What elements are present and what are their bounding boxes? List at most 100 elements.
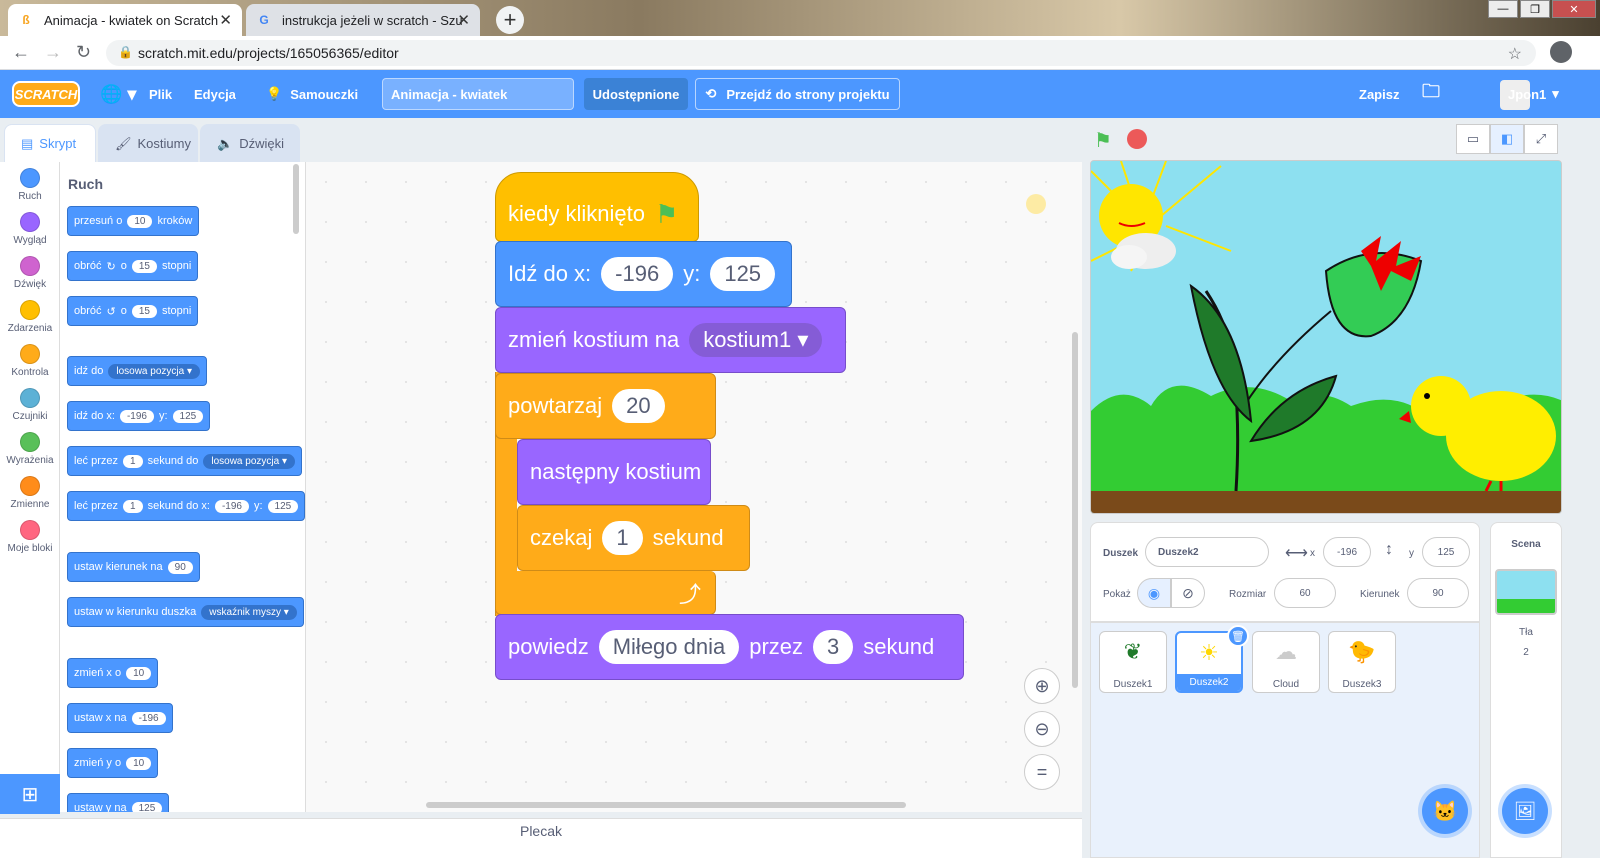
normal-stage-icon[interactable]: ◧ [1490, 124, 1524, 154]
account-icon[interactable] [1550, 41, 1572, 63]
minimize-button[interactable]: — [1488, 0, 1518, 18]
block-glide[interactable]: leć przez 1 sekund do losowa pozycja ▾ [67, 446, 302, 476]
stop-button[interactable] [1127, 129, 1147, 149]
block-input[interactable]: -196 [214, 499, 249, 513]
bookmark-star-icon[interactable]: ☆ [1508, 44, 1522, 64]
next-costume-block[interactable]: następny kostium [517, 439, 711, 505]
block-input[interactable]: 90 [167, 560, 193, 574]
wait-seconds-input[interactable]: 1 [602, 521, 643, 555]
block-point-towards[interactable]: ustaw w kierunku duszka wskaźnik myszy ▾ [67, 597, 304, 627]
zoom-in-button[interactable]: ⊕ [1024, 668, 1060, 704]
goto-xy-block[interactable]: Idź do x: -196 y: 125 [495, 241, 792, 307]
message-input[interactable]: Miłego dnia [598, 630, 740, 664]
reload-icon[interactable]: ↻ [76, 42, 91, 63]
stage-canvas[interactable] [1090, 160, 1562, 514]
repeat-count-input[interactable]: 20 [612, 389, 665, 423]
block-input[interactable]: 10 [126, 666, 152, 680]
block-dropdown[interactable]: wskaźnik myszy ▾ [201, 604, 297, 620]
tab-sounds[interactable]: 🔈 Dźwięki [200, 124, 300, 162]
say-for-secs-block[interactable]: powiedz Miłego dnia przez 3 sekund [495, 614, 964, 680]
sprite-tile-cloud[interactable]: ☁ Cloud [1252, 631, 1320, 693]
category-sound[interactable]: Dźwięk [0, 256, 60, 290]
close-window-button[interactable]: ✕ [1552, 0, 1596, 18]
block-dropdown[interactable]: losowa pozycja ▾ [108, 363, 200, 379]
block-goto-xy[interactable]: idź do x: -196 y: 125 [67, 401, 211, 431]
category-motion[interactable]: Ruch [0, 168, 60, 202]
delete-sprite-button[interactable]: 🗑 [1227, 625, 1249, 647]
zoom-reset-button[interactable]: = [1024, 754, 1060, 790]
when-flag-clicked-block[interactable]: kiedy kliknięto ⚑ [495, 172, 699, 242]
y-input[interactable]: 125 [1422, 537, 1470, 567]
category-control[interactable]: Kontrola [0, 344, 60, 378]
sprite-tile-duszek3[interactable]: 🐤 Duszek3 [1328, 631, 1396, 693]
see-project-page-button[interactable]: ⟲ Przejdź do strony projektu [695, 78, 900, 110]
block-input[interactable]: -196 [131, 711, 166, 725]
block-input[interactable]: 125 [131, 801, 163, 812]
tab-code[interactable]: ▤ Skrypt [4, 124, 96, 162]
shared-button[interactable]: Udostępnione [584, 78, 688, 110]
costume-dropdown[interactable]: kostium1 ▾ [689, 323, 823, 357]
fullscreen-icon[interactable]: ⤢ [1524, 124, 1558, 154]
forward-icon[interactable]: → [44, 42, 62, 63]
tab-costumes[interactable]: 🖌 Kostiumy [98, 124, 198, 162]
sprite-tile-duszek2[interactable]: ☀ Duszek2 🗑 [1175, 625, 1249, 693]
edit-menu[interactable]: Edycja [194, 70, 236, 118]
language-globe-icon[interactable]: 🌐 ▾ [100, 70, 136, 118]
user-menu[interactable]: Jpon1 ▾ [1508, 70, 1559, 118]
tutorials-menu[interactable]: 💡 Samouczki [266, 70, 358, 118]
category-looks[interactable]: Wygląd [0, 212, 60, 246]
add-extension-button[interactable]: ⊞ [0, 774, 60, 814]
block-input[interactable]: -196 [119, 409, 154, 423]
size-input[interactable]: 60 [1274, 578, 1336, 608]
url-field[interactable]: 🔒 scratch.mit.edu/projects/165056365/edi… [106, 40, 1572, 66]
show-visible-button[interactable]: ◉ [1137, 578, 1171, 608]
backpack[interactable]: Plecak [0, 818, 1082, 858]
category-events[interactable]: Zdarzenia [0, 300, 60, 334]
sprite-tile-duszek1[interactable]: ❦ Duszek1 [1099, 631, 1167, 693]
script-horizontal-scrollbar[interactable] [426, 802, 906, 808]
y-input[interactable]: 125 [710, 257, 776, 291]
close-tab-icon[interactable]: ✕ [219, 11, 232, 29]
save-button[interactable]: Zapisz [1359, 70, 1399, 118]
browser-tab-google[interactable]: G instrukcja jeżeli w scratch - Szuk ✕ [246, 4, 480, 36]
x-input[interactable]: -196 [1323, 537, 1371, 567]
close-tab-icon[interactable]: ✕ [457, 11, 470, 29]
hide-button[interactable]: ⊘ [1171, 578, 1205, 608]
add-sprite-button[interactable]: 🐱 [1422, 788, 1468, 834]
block-point-direction[interactable]: ustaw kierunek na 90 [67, 552, 200, 582]
new-tab-button[interactable]: + [496, 6, 524, 34]
category-my-blocks[interactable]: Moje bloki [0, 520, 60, 554]
add-backdrop-button[interactable]: 🖼 [1502, 788, 1548, 834]
browser-tab-scratch[interactable]: ß Animacja - kwiatek on Scratch ✕ [8, 4, 242, 36]
palette-scrollbar[interactable] [293, 164, 299, 234]
green-flag-button[interactable]: ⚑ [1094, 128, 1112, 153]
file-menu[interactable]: Plik [149, 70, 172, 118]
sprite-name-input[interactable]: Duszek2 [1145, 537, 1269, 567]
x-input[interactable]: -196 [601, 257, 674, 291]
block-input[interactable]: 125 [267, 499, 299, 513]
block-glide-xy[interactable]: leć przez 1 sekund do x: -196 y: 125 [67, 491, 305, 521]
my-stuff-folder-icon[interactable]: 🗀 [1422, 70, 1440, 118]
script-vertical-scrollbar[interactable] [1072, 332, 1078, 688]
block-input[interactable]: 1 [123, 499, 143, 513]
small-stage-icon[interactable]: ▭ [1456, 124, 1490, 154]
script-area[interactable]: kiedy kliknięto ⚑ Idź do x: -196 y: 125 … [306, 162, 1082, 812]
block-turn-left[interactable]: obróć ↺ o 15 stopni [67, 296, 199, 326]
wait-block[interactable]: czekaj 1 sekund [517, 505, 750, 571]
block-goto[interactable]: idź do losowa pozycja ▾ [67, 356, 207, 386]
block-input[interactable]: 1 [123, 454, 143, 468]
block-input[interactable]: 10 [127, 214, 153, 228]
block-change-y[interactable]: zmień y o 10 [67, 748, 159, 778]
block-set-y[interactable]: ustaw y na 125 [67, 793, 170, 812]
block-input[interactable]: 15 [131, 304, 157, 318]
seconds-input[interactable]: 3 [813, 630, 854, 664]
block-input[interactable]: 15 [131, 259, 157, 273]
direction-input[interactable]: 90 [1407, 578, 1469, 608]
block-input[interactable]: 10 [126, 756, 152, 770]
block-set-x[interactable]: ustaw x na -196 [67, 703, 173, 733]
repeat-block[interactable]: powtarzaj 20 [495, 373, 716, 439]
block-turn-right[interactable]: obróć ↻ o 15 stopni [67, 251, 199, 281]
maximize-button[interactable]: ❐ [1520, 0, 1550, 18]
project-title-input[interactable]: Animacja - kwiatek [382, 78, 574, 110]
category-sensing[interactable]: Czujniki [0, 388, 60, 422]
